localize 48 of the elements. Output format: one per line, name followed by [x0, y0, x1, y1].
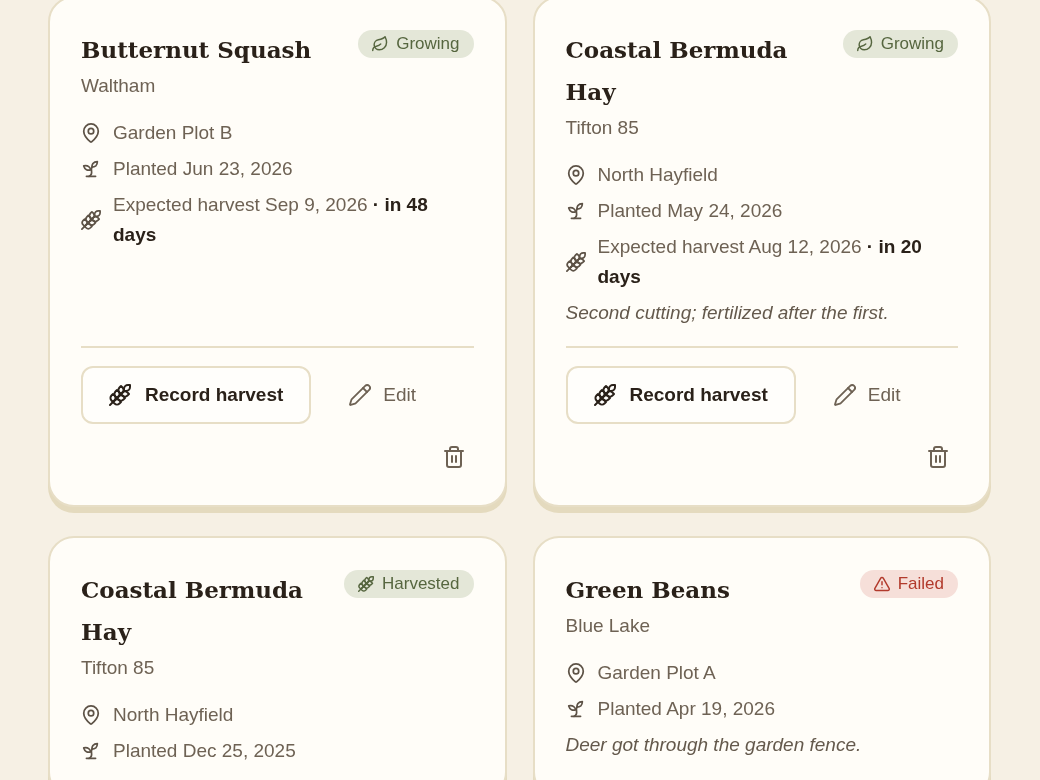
- wheat-icon: [81, 210, 101, 230]
- sprout-icon: [565, 699, 586, 719]
- record-harvest-button[interactable]: Record harvest: [565, 366, 796, 424]
- variety-name: Waltham: [81, 74, 157, 98]
- crop-name: Butternut Squash: [81, 35, 312, 65]
- crop-name: Coastal Bermuda Hay: [81, 575, 304, 647]
- map-pin-icon: [565, 663, 586, 683]
- detail-text: Planted May 24, 2026: [597, 199, 783, 223]
- crop-name: Green Beans: [565, 575, 730, 605]
- pencil-icon: [349, 384, 372, 406]
- crop-name: Coastal Bermuda Hay: [565, 35, 789, 107]
- leaf-icon: [372, 36, 389, 52]
- warning-icon: [873, 576, 890, 592]
- detail-text: Planted Jun 23, 2026: [113, 157, 293, 181]
- trash-icon: [928, 446, 948, 468]
- detail-text: Garden Plot B: [113, 121, 233, 145]
- crop-notes: Second cutting; fertilized after the first.: [565, 301, 890, 325]
- crop-notes: Deer got through the garden fence.: [565, 733, 863, 757]
- map-pin-icon: [81, 705, 101, 725]
- detail-text: Garden Plot A: [597, 661, 716, 685]
- variety-name: Tifton 85: [565, 116, 640, 140]
- detail-text: Planted Dec 25, 2025: [113, 739, 296, 763]
- map-pin-icon: [81, 123, 101, 143]
- leaf-icon: [856, 36, 873, 52]
- record-harvest-button[interactable]: Record harvest: [81, 366, 312, 424]
- sprout-icon: [81, 159, 101, 179]
- pencil-icon: [833, 384, 856, 406]
- status-label: Harvested: [382, 574, 460, 594]
- detail-text: North Hayfield: [113, 703, 234, 727]
- variety-name: Blue Lake: [565, 614, 651, 638]
- status-label: Growing: [396, 34, 460, 54]
- edit-button[interactable]: Edit: [337, 366, 429, 424]
- detail-text: North Hayfield: [597, 163, 718, 187]
- status-label: Failed: [897, 574, 944, 594]
- wheat-icon: [358, 576, 374, 592]
- map-pin-icon: [565, 165, 586, 185]
- sprout-icon: [81, 741, 101, 761]
- wheat-icon: [565, 252, 586, 272]
- variety-name: Tifton 85: [81, 656, 156, 680]
- trash-icon: [443, 446, 464, 468]
- sprout-icon: [565, 201, 586, 221]
- edit-button[interactable]: Edit: [821, 366, 913, 424]
- detail-text: Planted Apr 19, 2026: [597, 697, 775, 721]
- wheat-icon: [109, 384, 131, 406]
- status-label: Growing: [880, 34, 944, 54]
- detail-text: Expected harvest Sep 9, 2026 · in 48 days: [113, 193, 429, 247]
- detail-text: Expected harvest Aug 12, 2026 · in 20 days: [597, 235, 923, 289]
- wheat-icon: [593, 384, 616, 406]
